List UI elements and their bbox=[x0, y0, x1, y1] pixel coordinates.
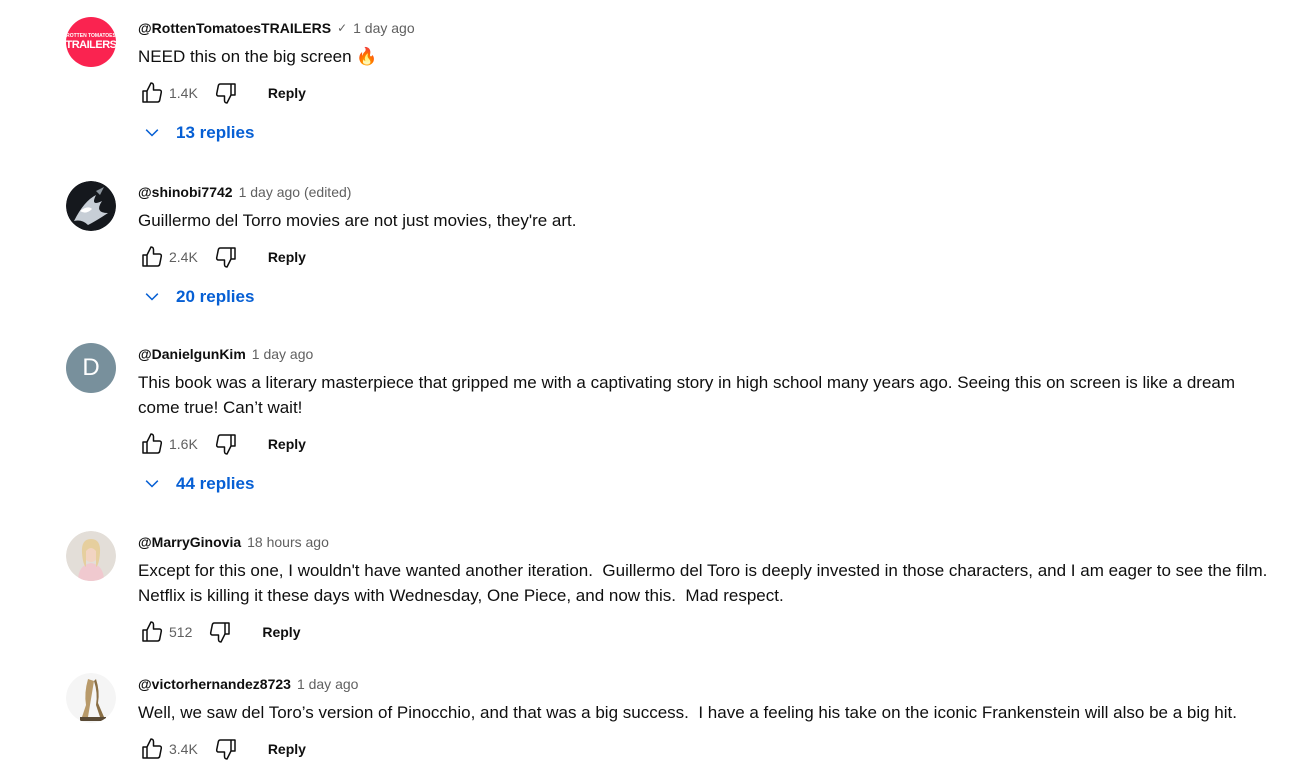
avatar[interactable] bbox=[66, 673, 116, 723]
chevron-down-icon bbox=[138, 283, 166, 311]
avatar-text: TRAILERS bbox=[66, 39, 116, 51]
like-count: 3.4K bbox=[169, 741, 198, 757]
comment-time[interactable]: 1 day ago (edited) bbox=[239, 184, 352, 200]
like-count: 512 bbox=[169, 624, 193, 640]
comment-header: @RottenTomatoesTRAILERS ✓ 1 day ago bbox=[138, 18, 1279, 38]
thumbs-up-icon[interactable] bbox=[138, 243, 166, 271]
author-name[interactable]: @RottenTomatoesTRAILERS bbox=[138, 20, 331, 36]
chevron-down-icon bbox=[138, 119, 166, 147]
view-replies-button[interactable]: 20 replies bbox=[138, 283, 1279, 311]
comment-thread: D @DanielgunKim 1 day ago This book was … bbox=[66, 343, 1279, 508]
verified-check-icon: ✓ bbox=[337, 21, 348, 35]
comment-header: @shinobi7742 1 day ago (edited) bbox=[138, 182, 1279, 202]
comment-thread: ROTTEN TOMATOES TRAILERS @RottenTomatoes… bbox=[66, 17, 1279, 157]
thumbs-down-icon[interactable] bbox=[212, 430, 240, 458]
reply-button[interactable]: Reply bbox=[262, 624, 300, 640]
thumbs-up-icon[interactable] bbox=[138, 618, 166, 646]
comment-body: @shinobi7742 1 day ago (edited) Guillerm… bbox=[138, 181, 1279, 311]
author-name[interactable]: @DanielgunKim bbox=[138, 346, 246, 362]
comment-text: Guillermo del Torro movies are not just … bbox=[138, 211, 577, 230]
comment-time[interactable]: 1 day ago bbox=[297, 676, 359, 692]
comment-time[interactable]: 1 day ago bbox=[252, 346, 314, 362]
replies-count: 44 replies bbox=[176, 474, 255, 493]
view-replies-button[interactable]: 44 replies bbox=[138, 470, 1279, 498]
comment-actions: 512 Reply bbox=[138, 614, 1279, 650]
reply-button[interactable]: Reply bbox=[268, 249, 306, 265]
thumbs-down-icon[interactable] bbox=[212, 735, 240, 763]
chevron-down-icon bbox=[138, 470, 166, 498]
comment-text: Well, we saw del Toro’s version of Pinoc… bbox=[138, 703, 1237, 722]
comment-time[interactable]: 1 day ago bbox=[353, 20, 415, 36]
comment-time[interactable]: 18 hours ago bbox=[247, 534, 329, 550]
replies-count: 13 replies bbox=[176, 123, 255, 142]
comment-text: This book was a literary masterpiece tha… bbox=[138, 373, 1240, 417]
comment-header: @victorhernandez8723 1 day ago bbox=[138, 674, 1279, 694]
thumbs-up-icon[interactable] bbox=[138, 79, 166, 107]
comment-body: @victorhernandez8723 1 day ago Well, we … bbox=[138, 673, 1279, 767]
thumbs-down-icon[interactable] bbox=[212, 79, 240, 107]
comment-thread: @victorhernandez8723 1 day ago Well, we … bbox=[66, 673, 1279, 773]
replies-count: 20 replies bbox=[176, 287, 255, 306]
comments-section: ROTTEN TOMATOES TRAILERS @RottenTomatoes… bbox=[0, 0, 1289, 780]
thumbs-down-icon[interactable] bbox=[206, 618, 234, 646]
avatar[interactable] bbox=[66, 531, 116, 581]
comment-thread: @MarryGinovia 18 hours ago Except for th… bbox=[66, 531, 1279, 651]
reply-button[interactable]: Reply bbox=[268, 85, 306, 101]
reply-button[interactable]: Reply bbox=[268, 436, 306, 452]
comment-body: @DanielgunKim 1 day ago This book was a … bbox=[138, 343, 1279, 498]
thumbs-up-icon[interactable] bbox=[138, 430, 166, 458]
comment-header: @DanielgunKim 1 day ago bbox=[138, 344, 1279, 364]
like-count: 2.4K bbox=[169, 249, 198, 265]
comment-actions: 1.4K Reply bbox=[138, 75, 1279, 111]
comment-body: @RottenTomatoesTRAILERS ✓ 1 day ago NEED… bbox=[138, 17, 1279, 147]
comment-thread: @shinobi7742 1 day ago (edited) Guillerm… bbox=[66, 181, 1279, 321]
comment-body: @MarryGinovia 18 hours ago Except for th… bbox=[138, 531, 1279, 650]
reply-button[interactable]: Reply bbox=[268, 741, 306, 757]
author-name[interactable]: @victorhernandez8723 bbox=[138, 676, 291, 692]
comment-actions: 3.4K Reply bbox=[138, 731, 1279, 767]
avatar[interactable] bbox=[66, 181, 116, 231]
avatar[interactable]: D bbox=[66, 343, 116, 393]
author-name[interactable]: @shinobi7742 bbox=[138, 184, 233, 200]
comment-actions: 1.6K Reply bbox=[138, 426, 1279, 462]
author-name[interactable]: @MarryGinovia bbox=[138, 534, 241, 550]
thumbs-down-icon[interactable] bbox=[212, 243, 240, 271]
like-count: 1.4K bbox=[169, 85, 198, 101]
comment-text: NEED this on the big screen 🔥 bbox=[138, 47, 378, 66]
comment-header: @MarryGinovia 18 hours ago bbox=[138, 532, 1279, 552]
comment-actions: 2.4K Reply bbox=[138, 239, 1279, 275]
view-replies-button[interactable]: 13 replies bbox=[138, 119, 1279, 147]
thumbs-up-icon[interactable] bbox=[138, 735, 166, 763]
like-count: 1.6K bbox=[169, 436, 198, 452]
avatar[interactable]: ROTTEN TOMATOES TRAILERS bbox=[66, 17, 116, 67]
comment-text: Except for this one, I wouldn't have wan… bbox=[138, 561, 1277, 605]
